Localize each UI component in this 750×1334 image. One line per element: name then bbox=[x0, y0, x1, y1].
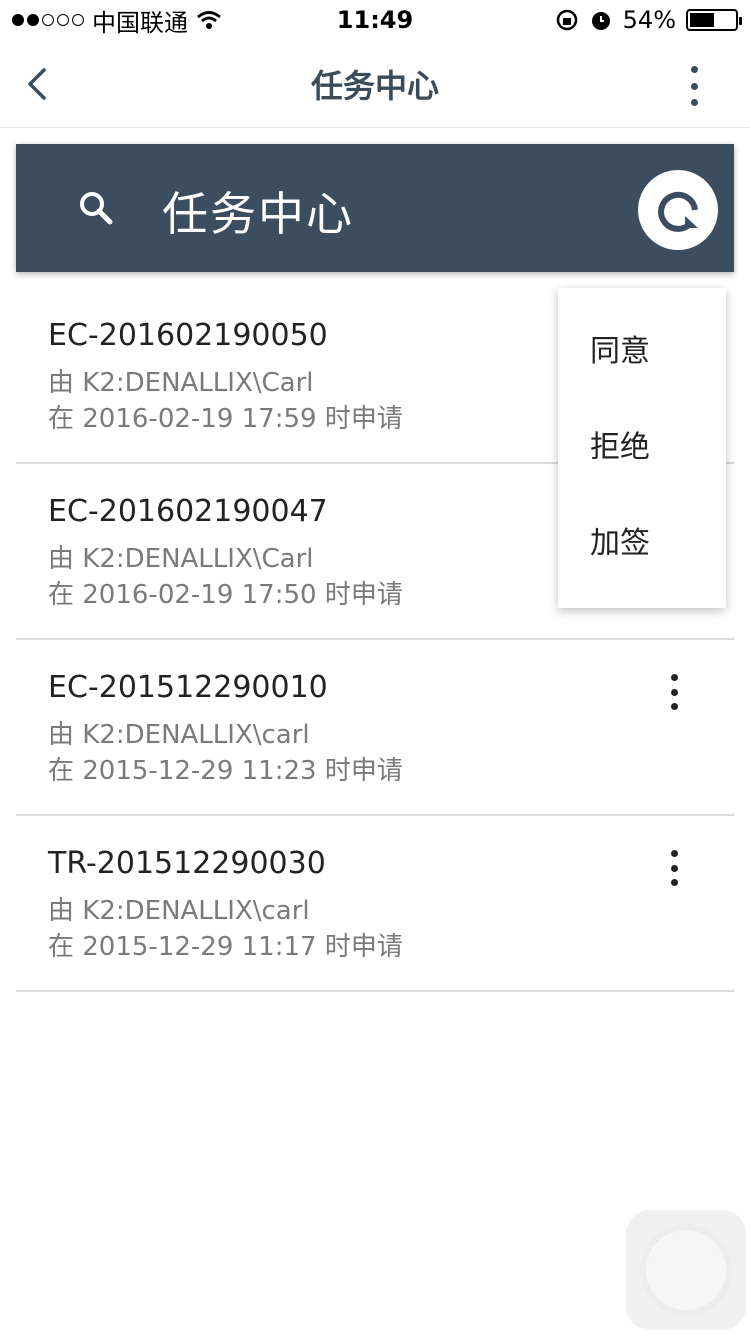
wifi-icon bbox=[197, 11, 221, 29]
carrier-name: 中国联通 bbox=[92, 8, 188, 37]
search-icon[interactable] bbox=[76, 188, 116, 228]
task-row[interactable]: TR-201512290030 由 K2:DENALLIX\carl 在 201… bbox=[16, 816, 734, 992]
task-row[interactable]: EC-201512290010 由 K2:DENALLIX\carl 在 201… bbox=[16, 640, 734, 816]
task-apply-time: 在 2015-12-29 11:17 时申请 bbox=[48, 932, 403, 962]
status-right: 54% bbox=[555, 6, 742, 34]
signal-strength-icon bbox=[12, 14, 84, 26]
task-id: TR-201512290030 bbox=[48, 846, 326, 881]
refresh-button[interactable] bbox=[638, 170, 718, 250]
status-bar: 中国联通 11:49 54% bbox=[0, 0, 750, 40]
orientation-lock-icon bbox=[556, 9, 577, 31]
battery-icon bbox=[686, 9, 742, 31]
battery-percent: 54% bbox=[622, 6, 676, 34]
header-card: 任务中心 bbox=[16, 144, 734, 272]
action-popup-menu: 同意 拒绝 加签 bbox=[558, 288, 726, 608]
assistive-touch-icon bbox=[646, 1230, 726, 1310]
menu-item-reject[interactable]: 拒绝 bbox=[558, 412, 726, 508]
more-menu-icon[interactable] bbox=[682, 66, 706, 106]
row-more-icon[interactable] bbox=[664, 850, 684, 886]
nav-bar: 任务中心 bbox=[0, 40, 750, 128]
header-title: 任务中心 bbox=[162, 187, 354, 241]
refresh-icon bbox=[658, 191, 698, 232]
task-apply-time: 在 2015-12-29 11:23 时申请 bbox=[48, 756, 403, 786]
menu-item-add-signer[interactable]: 加签 bbox=[558, 508, 726, 604]
back-chevron-icon[interactable] bbox=[18, 62, 62, 106]
task-id: EC-201512290010 bbox=[48, 670, 328, 705]
menu-item-approve[interactable]: 同意 bbox=[558, 316, 726, 412]
nav-title: 任务中心 bbox=[310, 66, 439, 105]
assistive-touch-button[interactable] bbox=[626, 1210, 746, 1330]
status-left: 中国联通 bbox=[12, 3, 222, 38]
alarm-icon bbox=[591, 12, 610, 30]
task-applicant: 由 K2:DENALLIX\carl bbox=[48, 896, 310, 926]
row-more-icon[interactable] bbox=[664, 674, 684, 710]
task-applicant: 由 K2:DENALLIX\carl bbox=[48, 720, 310, 750]
